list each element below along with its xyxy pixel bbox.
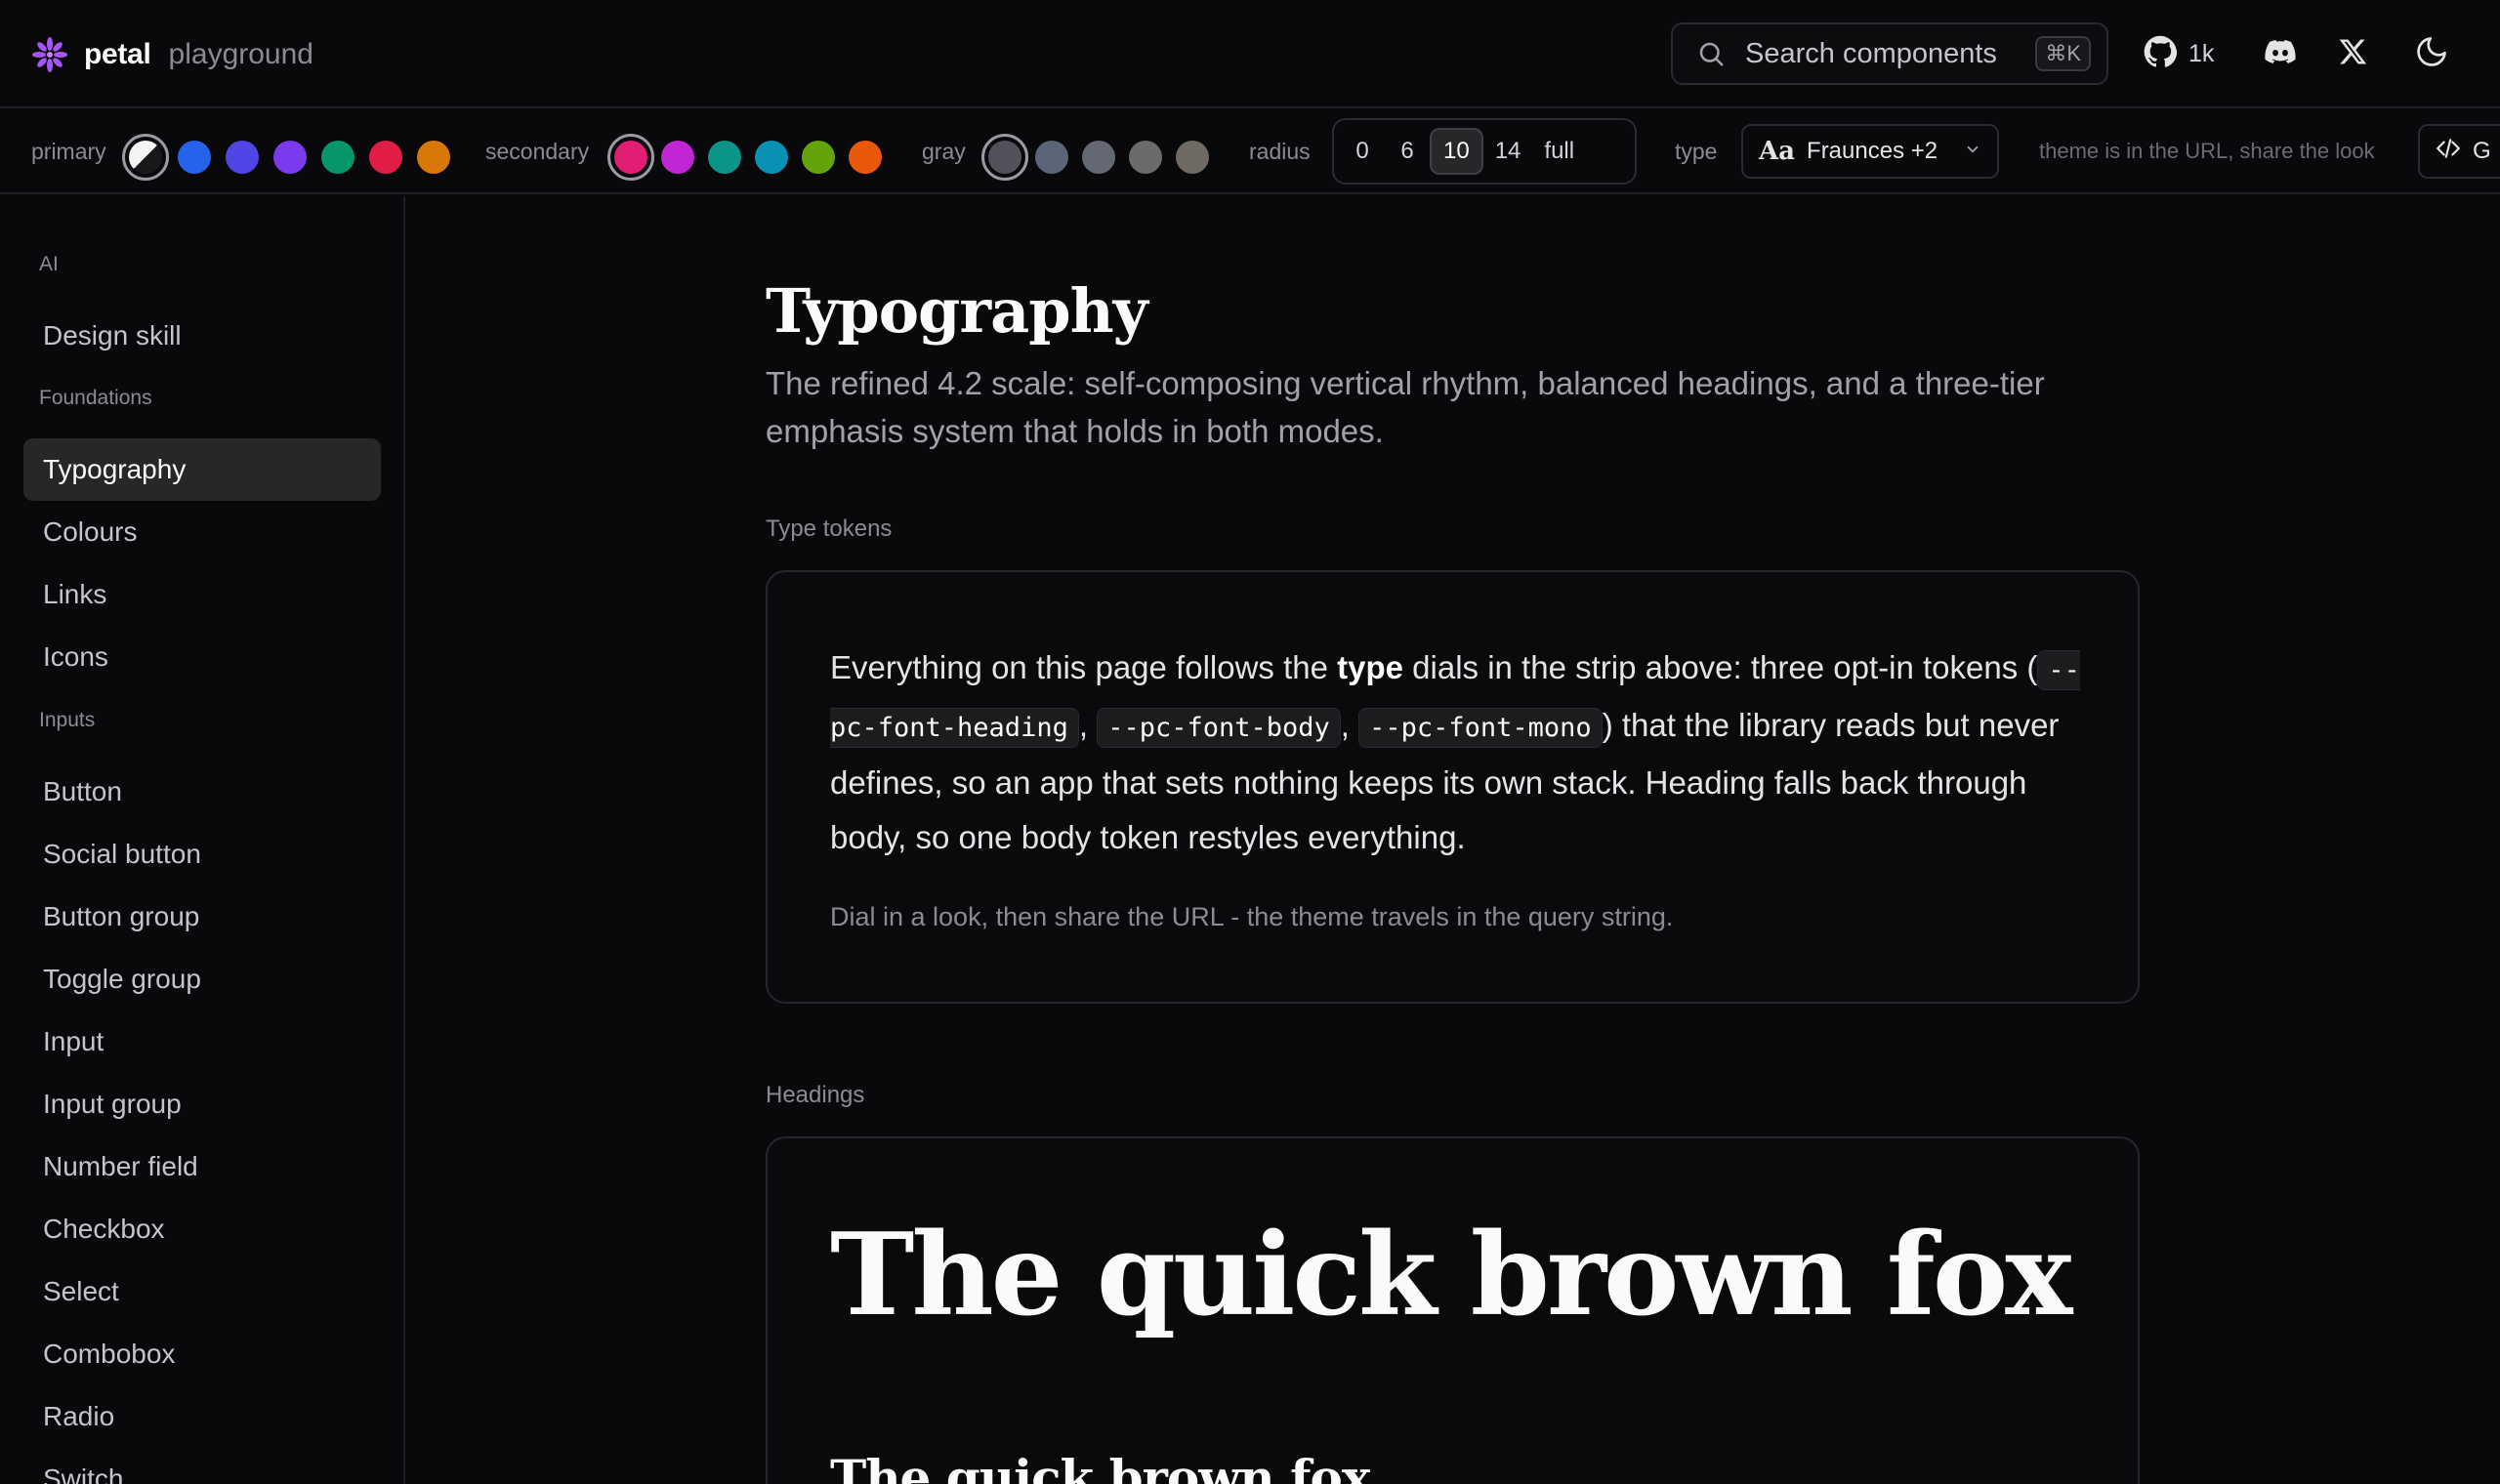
petal-logo-icon (31, 36, 68, 73)
primary-swatch-6[interactable] (417, 141, 450, 174)
search-placeholder: Search components (1745, 37, 1997, 69)
type-label: type (1675, 138, 1718, 164)
sidebar-item-input[interactable]: Input (23, 1010, 381, 1073)
secondary-swatch-1[interactable] (607, 134, 654, 181)
tokens-text-bold: type (1337, 649, 1403, 685)
secondary-swatch-2[interactable] (661, 141, 694, 174)
search-input[interactable]: Search components ⌘K (1671, 22, 2108, 85)
sidebar-item-button-group[interactable]: Button group (23, 886, 381, 948)
section-label-type-tokens: Type tokens (766, 515, 893, 542)
radius-option-10[interactable]: 10 (1430, 128, 1483, 175)
page-title: Typography (766, 275, 1148, 347)
top-bar: petal playground Search components ⌘K 1k (0, 0, 2500, 108)
radius-option-6[interactable]: 6 (1385, 128, 1430, 175)
type-select-value: Fraunces +2 (1807, 138, 1938, 164)
radius-label: radius (1249, 138, 1311, 164)
sidebar-section-ai: AI (39, 253, 59, 275)
primary-swatch-3[interactable] (273, 141, 307, 174)
type-tokens-note: Dial in a look, then share the URL - the… (830, 902, 1674, 931)
sidebar-item-input-group[interactable]: Input group (23, 1073, 381, 1135)
share-hint: theme is in the URL, share the look (2039, 139, 2375, 163)
sidebar-item-colours[interactable]: Colours (23, 501, 381, 563)
contrast-icon (129, 141, 162, 174)
gray-swatch-2[interactable] (1035, 141, 1068, 174)
sidebar-item-icons[interactable]: Icons (23, 626, 381, 688)
chevron-down-icon (1964, 141, 1981, 163)
theme-toggle-button[interactable] (2414, 28, 2449, 79)
radius-option-0[interactable]: 0 (1340, 128, 1385, 175)
radius-option-14[interactable]: 14 (1483, 128, 1533, 175)
page-subtitle: The refined 4.2 scale: self-composing ve… (766, 365, 2045, 449)
primary-swatch-auto[interactable] (122, 134, 169, 181)
gray-swatch-4[interactable] (1129, 141, 1162, 174)
secondary-swatch-5[interactable] (802, 141, 835, 174)
sidebar-item-links[interactable]: Links (23, 563, 381, 626)
font-aa-icon: Aa (1759, 137, 1796, 166)
sidebar-item-typography[interactable]: Typography (23, 438, 381, 501)
sidebar-item-toggle-group[interactable]: Toggle group (23, 948, 381, 1010)
code-button-label: G (2473, 138, 2491, 164)
code-button[interactable]: G (2418, 124, 2500, 179)
primary-swatch-4[interactable] (321, 141, 354, 174)
tokens-text-part: Everything on this page follows the (830, 649, 1338, 685)
sidebar-item-select[interactable]: Select (23, 1260, 381, 1323)
brand-name: petal (84, 37, 151, 70)
sidebar-section-foundations: Foundations (39, 387, 152, 409)
heading-sample-h2: The quick brown fox (830, 1449, 1371, 1484)
code-token-body: --pc-font-body (1097, 708, 1341, 748)
primary-swatch-2[interactable] (226, 141, 259, 174)
x-link[interactable] (2339, 28, 2368, 79)
radius-toggle-group: 0 6 10 14 full (1332, 118, 1637, 185)
section-label-headings: Headings (766, 1082, 865, 1108)
search-icon (1696, 39, 1726, 68)
tokens-text-part: dials in the strip above: three opt-in t… (1403, 649, 2038, 685)
type-tokens-paragraph: Everything on this page follows the type… (830, 640, 2090, 865)
sidebar-section-inputs: Inputs (39, 709, 96, 731)
search-shortcut-badge: ⌘K (2035, 36, 2091, 71)
sidebar: AI Design skill Foundations Typography Colou… (0, 196, 405, 1484)
type-tokens-card: Everything on this page follows the type… (766, 570, 2140, 1004)
moon-icon (2414, 34, 2449, 74)
sidebar-item-design-skill[interactable]: Design skill (23, 305, 381, 367)
discord-icon (2263, 34, 2298, 74)
primary-swatch-5[interactable] (369, 141, 402, 174)
radius-option-full[interactable]: full (1532, 128, 1586, 175)
brand-subtitle: playground (168, 37, 313, 70)
secondary-swatch-4[interactable] (755, 141, 788, 174)
github-star-count: 1k (2188, 39, 2215, 67)
sidebar-item-button[interactable]: Button (23, 761, 381, 823)
tokens-text-separator: , (1340, 707, 1359, 743)
type-select[interactable]: Aa Fraunces +2 (1741, 124, 1999, 179)
gray-label: gray (922, 138, 966, 164)
code-icon (2436, 136, 2461, 168)
gray-swatch-3[interactable] (1082, 141, 1115, 174)
sidebar-item-number-field[interactable]: Number field (23, 1135, 381, 1198)
sidebar-item-combobox[interactable]: Combobox (23, 1323, 381, 1385)
sidebar-item-social-button[interactable]: Social button (23, 823, 381, 886)
secondary-label: secondary (485, 138, 590, 164)
secondary-swatch-6[interactable] (849, 141, 882, 174)
tokens-text-separator: , (1078, 707, 1098, 743)
heading-sample-h1: The quick brown fox (830, 1209, 2072, 1341)
primary-swatch-1[interactable] (178, 141, 211, 174)
sidebar-item-checkbox[interactable]: Checkbox (23, 1198, 381, 1260)
gray-swatch-5[interactable] (1176, 141, 1209, 174)
gray-swatch-1[interactable] (981, 134, 1028, 181)
brand[interactable]: petal playground (31, 0, 313, 108)
github-link[interactable]: 1k (2144, 28, 2214, 79)
primary-label: primary (31, 138, 106, 164)
x-icon (2339, 37, 2368, 71)
github-icon (2144, 35, 2178, 73)
headings-card: The quick brown fox The quick brown fox (766, 1136, 2140, 1484)
sidebar-item-radio[interactable]: Radio (23, 1385, 381, 1448)
code-token-mono: --pc-font-mono (1358, 708, 1603, 748)
secondary-swatch-3[interactable] (708, 141, 741, 174)
discord-link[interactable] (2263, 28, 2298, 79)
sidebar-item-switch[interactable]: Switch (23, 1448, 381, 1484)
